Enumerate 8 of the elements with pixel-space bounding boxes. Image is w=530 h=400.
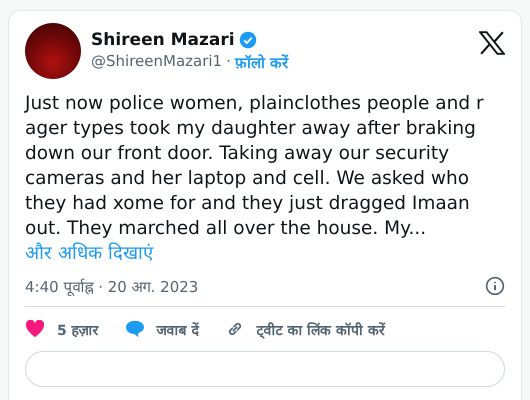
like-action[interactable]: 5 हज़ार <box>25 319 99 339</box>
tweet-text: Just now police women, plainclothes people and r ager types took my daughter away after braking down our front door. Taking away our security cameras and her laptop and cell. We asked who they had xome for and they just dragged Imaan out. They marched all over the house. My... और अधिक दिखाएं <box>25 92 485 266</box>
reply-action[interactable]: जवाब दें <box>124 319 198 339</box>
author-handle: @ShireenMazari1 <box>91 52 222 72</box>
tweet-timestamp: 4:40 पूर्वाह्न · 20 अग. 2023 <box>25 277 198 296</box>
link-action[interactable]: ट्वीट का लिंक कॉपी करें <box>224 319 385 339</box>
author-name: Shireen Mazari <box>91 30 235 50</box>
separator-dot: · <box>226 52 231 72</box>
